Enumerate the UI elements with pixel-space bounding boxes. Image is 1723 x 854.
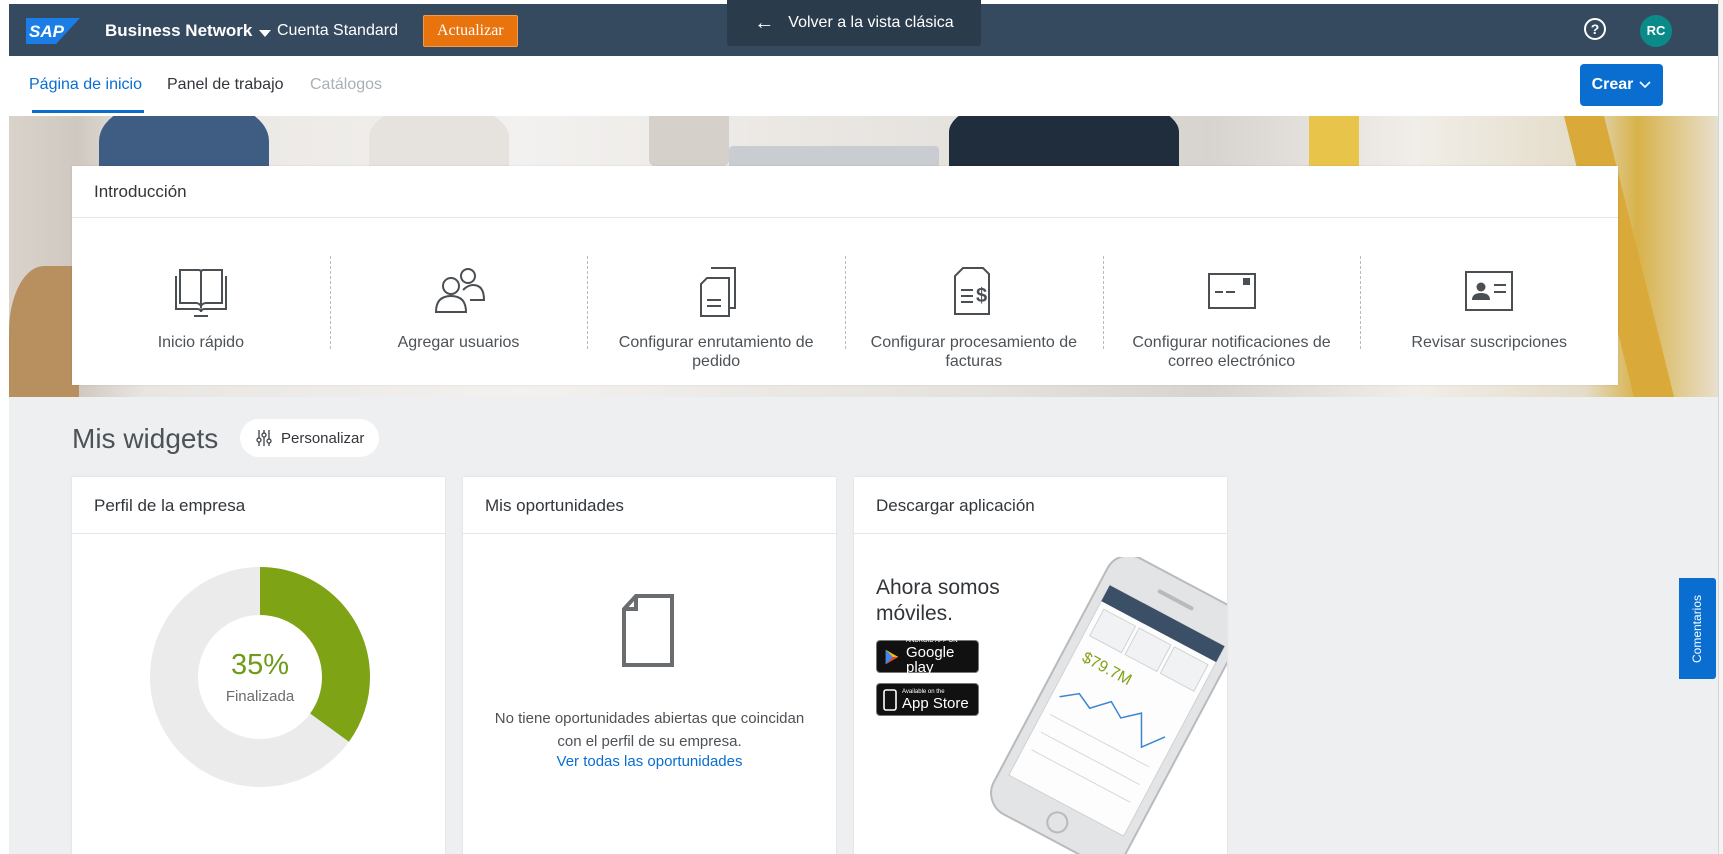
back-to-classic-button[interactable]: ← Volver a la vista clásica: [727, 0, 981, 46]
phone-device-icon: [883, 688, 897, 711]
tab-bar: Página de inicio Panel de trabajo Catálo…: [9, 56, 1723, 116]
main-content: Introducción Inicio rápido Agregar usuar…: [9, 116, 1723, 854]
sap-logo-text: SAP: [29, 22, 65, 41]
opportunities-widget: Mis oportunidades No tiene oportunidades…: [463, 477, 836, 854]
google-play-text: Google play: [905, 644, 955, 676]
completion-status: Finalizada: [225, 688, 295, 705]
envelope-icon: [1207, 273, 1256, 309]
intro-item-invoice-processing[interactable]: $ Configurar procesamiento de facturas: [845, 218, 1103, 385]
chevron-down-icon: [1639, 81, 1651, 89]
widget-title: Mis oportunidades: [463, 477, 836, 534]
personalize-button[interactable]: Personalizar: [240, 419, 380, 457]
play-store-icon: [885, 649, 899, 664]
download-app-widget: Descargar aplicación Ahora somos móviles…: [854, 477, 1227, 854]
intro-card: Introducción Inicio rápido Agregar usuar…: [72, 166, 1618, 385]
tab-catalogs: Catálogos: [310, 76, 383, 93]
app-store-text: App Store: [902, 694, 969, 712]
account-type: Cuenta Standard: [277, 22, 398, 39]
help-icon[interactable]: ?: [1584, 18, 1606, 40]
intro-item-quick-start[interactable]: Inicio rápido: [72, 218, 330, 385]
network-name[interactable]: Business Network: [105, 21, 252, 41]
chevron-down-icon[interactable]: [259, 30, 271, 37]
intro-title: Introducción: [72, 166, 1618, 218]
intro-item-subscriptions[interactable]: Revisar suscripciones: [1360, 218, 1618, 385]
sap-logo[interactable]: SAP: [26, 18, 80, 44]
widget-title: Perfil de la empresa: [72, 477, 445, 534]
back-to-classic-label: Volver a la vista clásica: [788, 14, 954, 31]
scrollbar[interactable]: [1718, 0, 1723, 854]
contact-card-icon: [1465, 271, 1514, 311]
personalize-label: Personalizar: [281, 429, 365, 447]
intro-item-label: Configurar notificaciones de correo elec…: [1132, 334, 1331, 370]
sliders-icon: [256, 430, 272, 446]
tab-workbench[interactable]: Panel de trabajo: [167, 76, 284, 94]
create-label: Crear: [1591, 76, 1634, 93]
company-profile-widget[interactable]: Perfil de la empresa 35% Finalizada: [72, 477, 445, 854]
completion-percent: 35%: [230, 649, 290, 681]
create-button[interactable]: Crear: [1580, 64, 1663, 106]
arrow-left-icon: ←: [754, 11, 775, 34]
intro-item-label: Revisar suscripciones: [1411, 334, 1567, 351]
shell-bar: SAP Business Network Cuenta Standard Act…: [9, 0, 1723, 56]
intro-item-label: Configurar procesamiento de facturas: [870, 334, 1078, 370]
documents-icon: [700, 267, 737, 317]
upgrade-button[interactable]: Actualizar: [423, 15, 518, 47]
no-opportunities-message: No tiene oportunidades abiertas que coin…: [494, 710, 805, 750]
phone-app-illustration: $79.7M: [990, 557, 1227, 854]
app-store-badge[interactable]: Available on the App Store: [876, 683, 979, 716]
google-play-badge[interactable]: ANDROID APP ON Google play: [876, 638, 979, 676]
document-icon: [622, 594, 674, 667]
feedback-tab[interactable]: Comentarios: [1679, 578, 1716, 679]
intro-item-label: Inicio rápido: [157, 334, 244, 351]
avatar[interactable]: RC: [1640, 15, 1672, 47]
intro-item-label: Configurar enrutamiento de pedido: [618, 334, 814, 370]
view-all-opportunities-link[interactable]: Ver todas las oportunidades: [483, 753, 816, 770]
intro-item-order-routing[interactable]: Configurar enrutamiento de pedido: [587, 218, 845, 385]
active-tab-indicator: [32, 110, 144, 113]
widget-title: Descargar aplicación: [854, 477, 1227, 534]
widgets-title: Mis widgets: [72, 423, 219, 454]
users-icon: [434, 268, 485, 313]
invoice-icon: $: [953, 267, 990, 315]
svg-text:$: $: [976, 285, 987, 307]
intro-item-label: Agregar usuarios: [397, 334, 520, 351]
tab-home[interactable]: Página de inicio: [29, 76, 142, 94]
intro-item-add-users[interactable]: Agregar usuarios: [329, 218, 588, 385]
book-icon: [174, 269, 227, 317]
intro-item-email-notifications[interactable]: Configurar notificaciones de correo elec…: [1102, 218, 1361, 385]
